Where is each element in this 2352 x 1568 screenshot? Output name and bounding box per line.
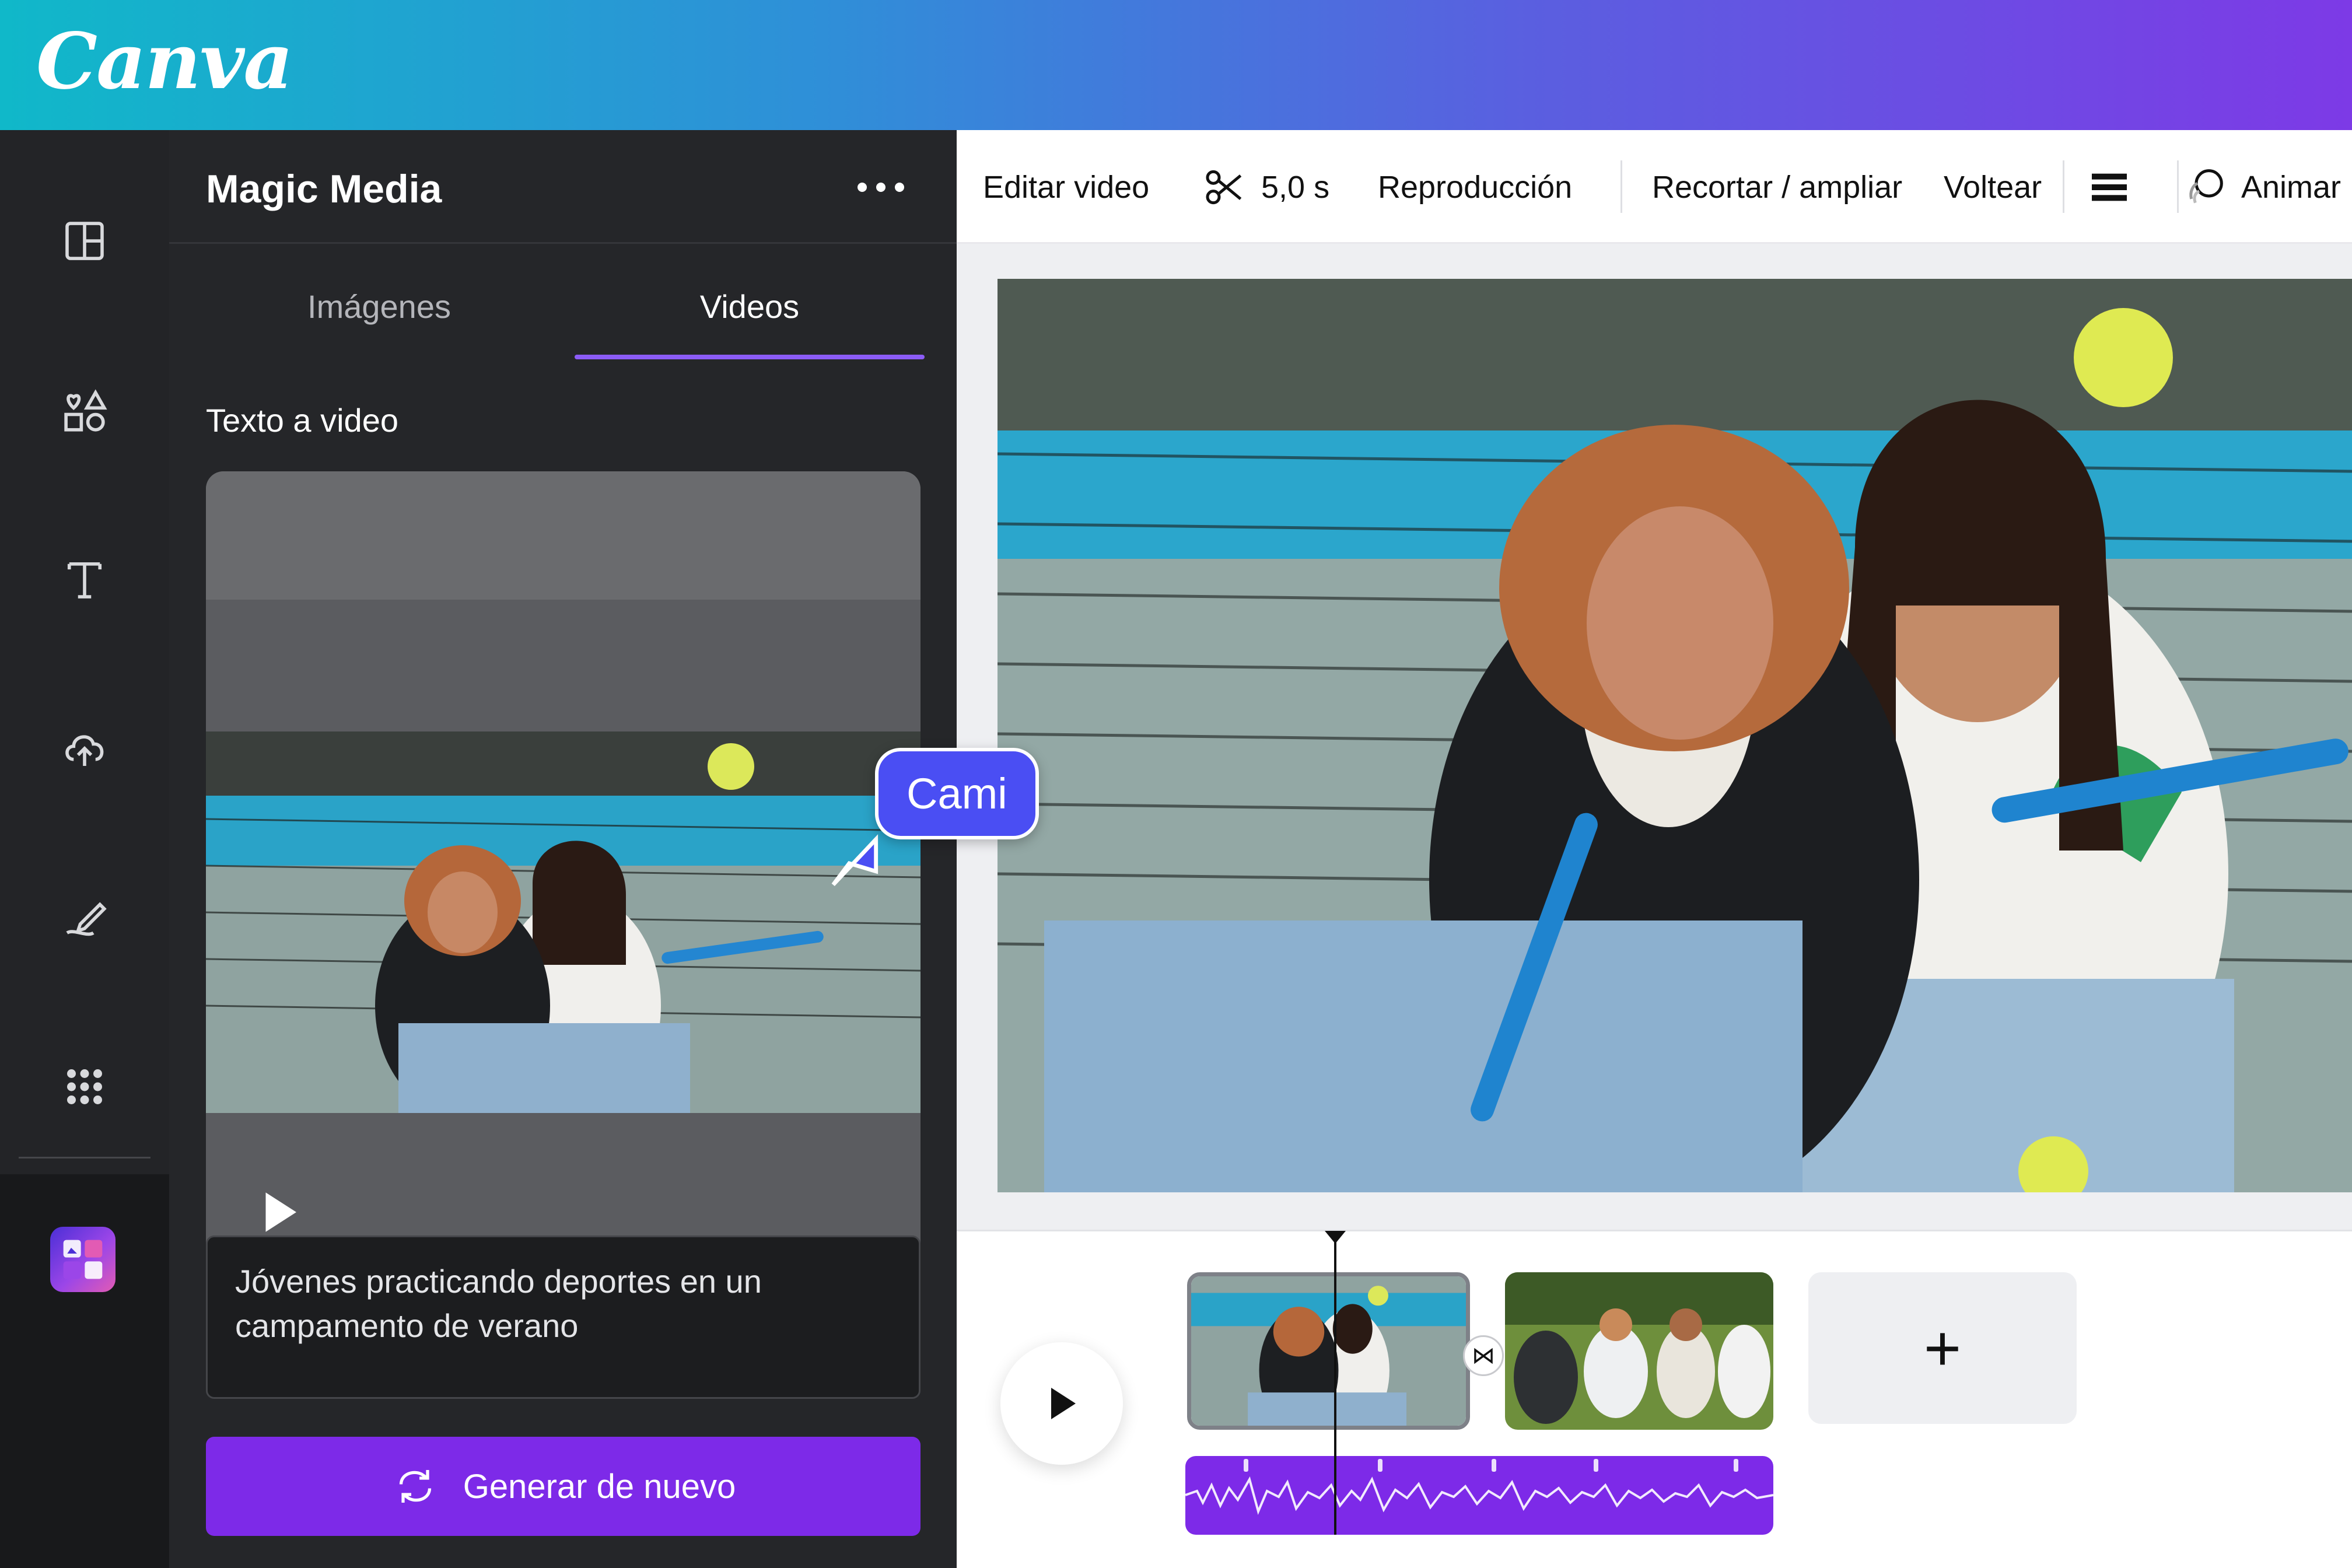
rail-icon-column bbox=[0, 130, 169, 1174]
duration-label: 5,0 s bbox=[1261, 169, 1330, 205]
trim-button[interactable]: 5,0 s bbox=[1202, 130, 1329, 244]
collaborator-label: Cami bbox=[875, 748, 1039, 839]
canva-logo[interactable]: Canva bbox=[36, 16, 293, 107]
menu-lines-icon bbox=[2092, 173, 2127, 201]
crop-button[interactable]: Recortar / ampliar bbox=[1652, 130, 1902, 244]
tab-images[interactable]: Imágenes bbox=[204, 288, 554, 358]
layout-icon[interactable] bbox=[55, 212, 114, 270]
more-options-icon[interactable] bbox=[858, 176, 916, 199]
rail-divider bbox=[19, 1157, 150, 1158]
play-icon bbox=[1051, 1388, 1076, 1419]
animate-button[interactable]: Animar bbox=[2182, 130, 2341, 244]
add-clip-button[interactable]: + bbox=[1808, 1272, 2077, 1424]
crop-label: Recortar / ampliar bbox=[1652, 169, 1903, 205]
video-preview[interactable] bbox=[206, 471, 921, 1311]
panel-header: Magic Media bbox=[169, 130, 957, 244]
audio-track[interactable] bbox=[1185, 1456, 1773, 1535]
editor-toolbar: Editar video 5,0 s Reproducción Recortar… bbox=[957, 130, 2352, 244]
edit-video-button[interactable]: Editar video bbox=[983, 130, 1149, 244]
position-button[interactable] bbox=[2086, 130, 2133, 244]
transition-button[interactable]: ⋈ bbox=[1463, 1335, 1504, 1376]
prompt-input[interactable]: Jóvenes practicando deportes en un campa… bbox=[206, 1236, 921, 1399]
preview-thumbnail bbox=[206, 732, 921, 1113]
upload-icon[interactable] bbox=[55, 719, 114, 778]
scissors-icon bbox=[1206, 170, 1242, 204]
tab-videos[interactable]: Videos bbox=[575, 288, 925, 358]
draw-icon[interactable] bbox=[55, 888, 114, 947]
timeline-clip-1[interactable] bbox=[1187, 1272, 1470, 1430]
timeline-playhead[interactable] bbox=[1334, 1231, 1336, 1535]
collaborator-cursor-icon bbox=[831, 834, 878, 887]
edit-video-label: Editar video bbox=[983, 169, 1150, 205]
section-title: Texto a video bbox=[206, 402, 398, 439]
rail-bottom-area bbox=[0, 1332, 169, 1568]
generate-again-button[interactable]: Generar de nuevo bbox=[206, 1437, 921, 1536]
text-icon[interactable] bbox=[55, 550, 114, 608]
playback-label: Reproducción bbox=[1378, 169, 1573, 205]
flip-button[interactable]: Voltear bbox=[1944, 130, 2042, 244]
animate-label: Animar bbox=[2241, 169, 2342, 205]
generate-again-label: Generar de nuevo bbox=[463, 1467, 736, 1506]
preview-play-icon[interactable] bbox=[253, 1186, 305, 1238]
timeline-play-button[interactable] bbox=[1000, 1342, 1123, 1465]
panel-title: Magic Media bbox=[206, 167, 442, 211]
animate-icon bbox=[2189, 169, 2223, 203]
canvas-stage bbox=[957, 244, 2352, 1230]
left-rail bbox=[0, 130, 169, 1568]
refresh-icon bbox=[399, 1470, 431, 1503]
playhead-handle-icon[interactable] bbox=[1322, 1228, 1348, 1246]
main-video-frame[interactable] bbox=[998, 279, 2352, 1192]
elements-icon[interactable] bbox=[55, 381, 114, 439]
active-tab-indicator bbox=[575, 355, 925, 359]
magic-media-icon[interactable] bbox=[50, 1227, 116, 1292]
playback-button[interactable]: Reproducción bbox=[1378, 130, 1572, 244]
apps-icon[interactable] bbox=[55, 1058, 114, 1116]
timeline-clip-2[interactable] bbox=[1505, 1272, 1773, 1430]
timeline: ⋈ + bbox=[957, 1230, 2352, 1568]
flip-label: Voltear bbox=[1944, 169, 2042, 205]
top-brand-bar: Canva bbox=[0, 0, 2352, 130]
